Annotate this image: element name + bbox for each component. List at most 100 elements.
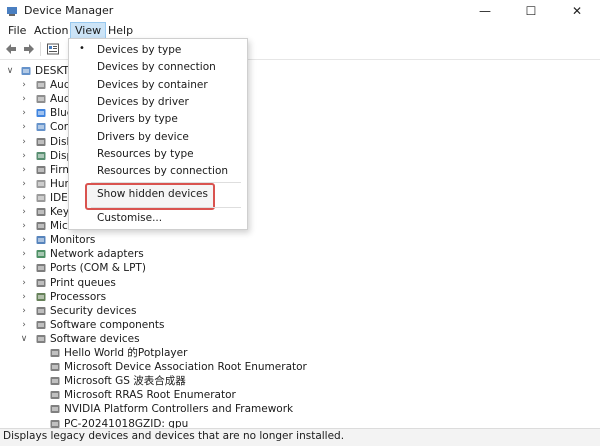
- tree-item[interactable]: › Software components: [0, 318, 600, 332]
- menu-separator: [91, 182, 241, 183]
- view-menu-item[interactable]: Resources by type: [97, 147, 194, 161]
- properties-icon[interactable]: [46, 42, 60, 56]
- chevron-right-icon[interactable]: ›: [20, 276, 28, 290]
- bluetooth-icon: [36, 109, 46, 118]
- chevron-right-icon[interactable]: ›: [20, 205, 28, 219]
- maximize-button[interactable]: ☐: [508, 0, 554, 22]
- menu-separator: [91, 207, 241, 208]
- chevron-right-icon[interactable]: ›: [20, 177, 28, 191]
- tree-item-label: Software devices: [50, 332, 140, 345]
- window-title: Device Manager: [24, 4, 114, 17]
- tree-item[interactable]: ∨ Software devices: [0, 332, 600, 346]
- software-device-icon: [36, 334, 46, 343]
- close-button[interactable]: ✕: [554, 0, 600, 22]
- title-bar: Device Manager — ☐ ✕: [0, 0, 600, 22]
- chevron-down-icon[interactable]: ∨: [6, 64, 14, 78]
- chevron-right-icon[interactable]: ›: [20, 290, 28, 304]
- software-device-icon: [50, 363, 60, 372]
- menu-view[interactable]: View: [70, 22, 107, 39]
- selected-bullet-icon: •: [79, 43, 85, 54]
- view-menu-item[interactable]: Devices by driver: [97, 95, 189, 109]
- view-menu-item[interactable]: Devices by container: [97, 78, 208, 92]
- chevron-right-icon[interactable]: ›: [20, 191, 28, 205]
- tree-item-label: Microsoft GS 波表合成器: [64, 375, 186, 388]
- tree-item[interactable]: › Processors: [0, 290, 600, 304]
- software-device-icon: [50, 391, 60, 400]
- menu-file[interactable]: File: [4, 23, 30, 38]
- network-adapter-icon: [36, 250, 46, 259]
- tree-child-item[interactable]: NVIDIA Platform Controllers and Framewor…: [0, 402, 600, 416]
- toolbar-separator: [40, 42, 41, 56]
- menu-bar: File Action View Help: [0, 22, 600, 39]
- mouse-icon: [36, 222, 46, 231]
- chevron-right-icon[interactable]: ›: [20, 163, 28, 177]
- chevron-right-icon[interactable]: ›: [20, 120, 28, 134]
- software-device-icon: [50, 349, 60, 357]
- tree-child-item[interactable]: Hello World 的Potplayer: [0, 346, 600, 360]
- tree-item-label: Microsoft Device Association Root Enumer…: [64, 361, 307, 374]
- tree-item-label: Security devices: [50, 304, 137, 317]
- view-menu-dropdown: Devices by type • Devices by connection Dev…: [68, 38, 248, 230]
- tree-item[interactable]: › Ports (COM & LPT): [0, 261, 600, 275]
- view-menu-item[interactable]: Devices by type: [97, 43, 181, 57]
- tree-item[interactable]: › Security devices: [0, 304, 600, 318]
- security-device-icon: [36, 306, 46, 315]
- menu-help[interactable]: Help: [104, 23, 137, 38]
- tree-item[interactable]: › Monitors: [0, 233, 600, 247]
- tree-item-label: Microsoft RRAS Root Enumerator: [64, 389, 236, 402]
- tree-child-item[interactable]: Microsoft RRAS Root Enumerator: [0, 388, 600, 402]
- view-menu-item[interactable]: Drivers by type: [97, 112, 178, 126]
- forward-arrow-icon[interactable]: [22, 42, 36, 56]
- chevron-right-icon[interactable]: ›: [20, 92, 28, 106]
- tree-item-label: Network adapters: [50, 248, 144, 261]
- chevron-right-icon[interactable]: ›: [20, 219, 28, 233]
- tree-item-label: NVIDIA Platform Controllers and Framewor…: [64, 403, 294, 416]
- tree-item[interactable]: › Network adapters: [0, 247, 600, 261]
- ide-controller-icon: [36, 193, 46, 202]
- status-bar: Displays legacy devices and devices that…: [0, 428, 600, 446]
- device-manager-icon: [7, 7, 17, 16]
- status-text: Displays legacy devices and devices that…: [3, 430, 345, 442]
- customise-item[interactable]: Customise...: [97, 211, 162, 225]
- chevron-down-icon[interactable]: ∨: [20, 332, 28, 346]
- processor-icon: [36, 292, 46, 301]
- minimize-button[interactable]: —: [462, 0, 508, 22]
- printer-icon: [36, 278, 46, 287]
- tree-child-item[interactable]: Microsoft Device Association Root Enumer…: [0, 360, 600, 374]
- software-device-icon: [50, 377, 60, 386]
- tree-item-label: Processors: [50, 290, 107, 303]
- computer-icon: [36, 123, 46, 132]
- chevron-right-icon[interactable]: ›: [20, 304, 28, 318]
- tree-item[interactable]: › Print queues: [0, 276, 600, 290]
- chevron-right-icon[interactable]: ›: [20, 247, 28, 261]
- display-adapter-icon: [36, 151, 46, 160]
- computer-icon: [21, 67, 31, 75]
- audio-icon: [36, 95, 46, 104]
- hid-icon: [36, 179, 46, 188]
- tree-item-label: Monitors: [50, 234, 96, 247]
- audio-icon: [36, 81, 46, 90]
- view-menu-item[interactable]: Devices by connection: [97, 60, 216, 74]
- tree-item-label: Software components: [50, 318, 165, 331]
- chevron-right-icon[interactable]: ›: [20, 318, 28, 332]
- chevron-right-icon[interactable]: ›: [20, 233, 28, 247]
- view-menu-item[interactable]: Resources by connection: [97, 164, 228, 178]
- chevron-right-icon[interactable]: ›: [20, 135, 28, 149]
- chevron-right-icon[interactable]: ›: [20, 78, 28, 92]
- firmware-icon: [36, 165, 46, 174]
- software-component-icon: [36, 320, 46, 329]
- show-hidden-devices-item[interactable]: Show hidden devices: [97, 187, 208, 201]
- port-icon: [36, 264, 46, 273]
- back-arrow-icon[interactable]: [4, 42, 18, 56]
- chevron-right-icon[interactable]: ›: [20, 261, 28, 275]
- tree-child-item[interactable]: Microsoft GS 波表合成器: [0, 374, 600, 388]
- view-menu-item[interactable]: Drivers by device: [97, 130, 189, 144]
- disk-drive-icon: [36, 137, 46, 146]
- chevron-right-icon[interactable]: ›: [20, 106, 28, 120]
- tree-item-label: Ports (COM & LPT): [50, 262, 146, 275]
- tree-item-label: Hello World 的Potplayer: [64, 347, 188, 359]
- software-device-icon: [50, 405, 60, 414]
- tree-item-label: Print queues: [50, 276, 116, 289]
- chevron-right-icon[interactable]: ›: [20, 149, 28, 163]
- menu-action[interactable]: Action: [30, 23, 72, 38]
